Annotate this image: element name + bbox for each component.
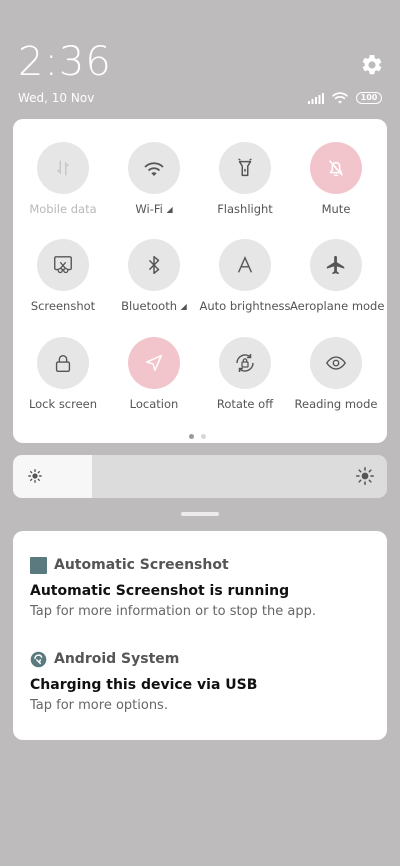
tile-location-button[interactable] [128, 337, 180, 389]
page-dot-inactive [201, 434, 206, 439]
tile-mobile-data[interactable]: Mobile data [17, 142, 109, 216]
bell-off-icon [329, 160, 343, 177]
tile-aeroplane-mode-button[interactable] [310, 239, 362, 291]
auto-brightness-icon [237, 255, 253, 273]
tile-lock-screen-button[interactable] [37, 337, 89, 389]
tile-auto-brightness-button[interactable] [219, 239, 271, 291]
date[interactable]: Wed, 10 Nov [18, 91, 94, 105]
notification-text: Tap for more information or to stop the … [30, 604, 317, 619]
automatic-screenshot-app-icon [30, 556, 47, 574]
wifi-status-icon [332, 92, 348, 104]
brightness-fill [13, 455, 92, 498]
brightness-slider[interactable] [13, 455, 387, 498]
notification-automatic-screenshot[interactable]: Automatic Screenshot Automatic Screensho… [30, 556, 370, 619]
tile-label: Screenshot [30, 299, 96, 313]
tile-mute[interactable]: Mute [290, 142, 382, 216]
tile-rotate-off[interactable]: Rotate off [199, 337, 291, 411]
signal-icon [308, 92, 324, 104]
eye-icon [326, 356, 346, 370]
tile-label: Mobile data [29, 202, 97, 216]
gear-icon[interactable] [360, 53, 384, 77]
battery-indicator: 100 [356, 92, 382, 104]
brightness-low-icon [28, 469, 42, 483]
page-indicator [189, 434, 206, 439]
tile-label: Bluetooth ◢ [121, 299, 187, 313]
tile-reading-mode[interactable]: Reading mode [290, 337, 382, 411]
tile-label: Reading mode [294, 397, 378, 411]
tile-auto-brightness[interactable]: Auto brightness [199, 239, 291, 313]
notification-header: Android System [30, 650, 370, 668]
notification-title: Charging this device via USB [30, 677, 258, 693]
wifi-icon [144, 162, 164, 176]
tile-mobile-data-button[interactable] [37, 142, 89, 194]
tile-lock-screen[interactable]: Lock screen [17, 337, 109, 411]
tile-mute-button[interactable] [310, 142, 362, 194]
scissors-icon [54, 256, 72, 274]
quick-settings-panel: Mobile data Wi-Fi ◢ Flashlight Mute Scre… [13, 119, 387, 443]
tile-label: Wi-Fi ◢ [135, 202, 173, 216]
notification-title: Automatic Screenshot is running [30, 583, 290, 599]
tile-label: Aeroplane mode [290, 299, 385, 313]
drag-handle[interactable] [181, 512, 219, 516]
tile-rotate-off-button[interactable] [219, 337, 271, 389]
tile-reading-mode-button[interactable] [310, 337, 362, 389]
notification-header: Automatic Screenshot [30, 556, 370, 574]
brightness-high-icon [356, 467, 374, 485]
page-dot-active [189, 434, 194, 439]
notification-app-name: Automatic Screenshot [54, 557, 229, 573]
android-system-icon [30, 651, 47, 667]
tile-label: Lock screen [28, 397, 98, 411]
tile-wifi[interactable]: Wi-Fi ◢ [108, 142, 200, 216]
tile-wifi-button[interactable] [128, 142, 180, 194]
notification-android-system[interactable]: Android System Charging this device via … [30, 650, 370, 713]
tile-screenshot-button[interactable] [37, 239, 89, 291]
clock[interactable]: 2:36 [18, 40, 112, 84]
tile-label: Flashlight [217, 202, 273, 216]
tile-label: Auto brightness [199, 299, 291, 313]
status-bar-icons: 100 [308, 91, 382, 105]
tile-label: Mute [321, 202, 351, 216]
notifications-panel: Automatic Screenshot Automatic Screensho… [13, 531, 387, 740]
tile-flashlight-button[interactable] [219, 142, 271, 194]
expand-triangle-icon: ◢ [180, 302, 187, 311]
flashlight-icon [238, 158, 252, 177]
tile-location[interactable]: Location [108, 337, 200, 411]
tile-label: Location [129, 397, 179, 411]
lock-icon [55, 354, 71, 372]
tile-bluetooth[interactable]: Bluetooth ◢ [108, 239, 200, 313]
airplane-icon [326, 255, 345, 275]
tile-screenshot[interactable]: Screenshot [17, 239, 109, 313]
rotate-lock-icon [236, 354, 254, 372]
bluetooth-icon [148, 256, 160, 274]
tile-bluetooth-button[interactable] [128, 239, 180, 291]
location-arrow-icon [145, 354, 163, 372]
tile-aeroplane-mode[interactable]: Aeroplane mode [290, 239, 385, 313]
tile-label: Rotate off [216, 397, 274, 411]
mobile-data-icon [56, 160, 70, 176]
expand-triangle-icon: ◢ [166, 205, 173, 214]
notification-text: Tap for more options. [30, 698, 168, 713]
tile-flashlight[interactable]: Flashlight [199, 142, 291, 216]
notification-app-name: Android System [54, 651, 180, 667]
